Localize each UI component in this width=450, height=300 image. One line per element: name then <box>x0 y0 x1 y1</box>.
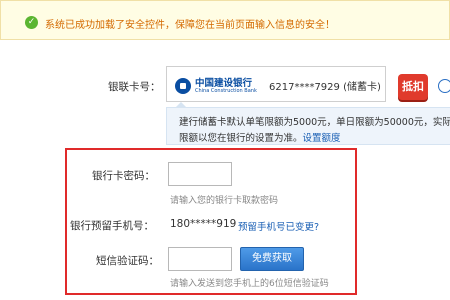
bank-name-en: China Construction Bank <box>195 88 257 94</box>
card-password-input[interactable] <box>168 162 232 186</box>
bank-card-selector[interactable]: 中国建设银行 China Construction Bank 6217****7… <box>166 66 386 102</box>
deduct-badge[interactable]: 抵扣 <box>398 74 428 100</box>
sms-hint: 请输入发送到您手机上的6位短信验证码 <box>170 279 329 289</box>
check-circle-icon: ✓ <box>25 16 38 29</box>
security-notice-text: 系统已成功加载了安全控件，保障您在当前页面输入信息的安全！ <box>45 20 335 31</box>
limit-text-line2: 限额以您在银行的设置为准。设置额度 <box>179 130 341 144</box>
limit-info-box: 建行储蓄卡默认单笔限额为5000元，单日限额为50000元，实际 限额以您在银行… <box>166 102 450 145</box>
security-notice-bar: ✓ 系统已成功加载了安全控件，保障您在当前页面输入信息的安全！ <box>0 0 450 40</box>
password-hint: 请输入您的银行卡取款密码 <box>170 196 279 206</box>
sms-label: 短信验证码： <box>96 255 159 267</box>
get-sms-code-button[interactable]: 免费获取 <box>240 247 304 271</box>
card-number: 6217****7929 (储蓄卡) <box>269 82 381 93</box>
bank-card-label: 银联卡号： <box>108 81 161 93</box>
info-icon[interactable] <box>438 79 450 93</box>
limit-text-line2-body: 限额以您在银行的设置为准。 <box>179 133 303 144</box>
set-limit-link[interactable]: 设置额度 <box>303 133 341 144</box>
password-label: 银行卡密码： <box>92 170 155 182</box>
sms-code-input[interactable] <box>168 247 232 271</box>
limit-text-line1: 建行储蓄卡默认单笔限额为5000元，单日限额为50000元，实际 <box>179 117 450 128</box>
ccb-logo-icon <box>175 78 191 94</box>
phone-value: 180*****919 <box>170 218 237 230</box>
bank-name: 中国建设银行 <box>195 78 253 89</box>
phone-changed-link[interactable]: 预留手机号已变更? <box>238 219 319 233</box>
phone-label: 银行预留手机号： <box>70 220 154 232</box>
